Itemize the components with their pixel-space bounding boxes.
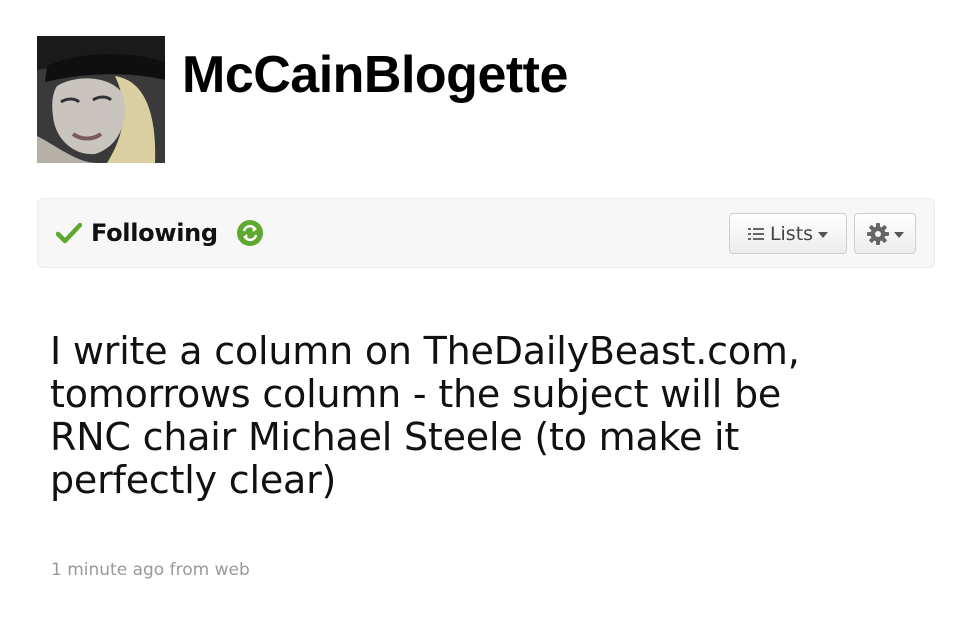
tweet-timestamp[interactable]: 1 minute ago [51, 560, 164, 580]
chevron-down-icon [818, 231, 829, 238]
profile-username: McCainBlogette [182, 46, 568, 104]
tweet-text: I write a column on TheDailyBeast.com, t… [50, 329, 800, 502]
follow-status[interactable]: Following [56, 217, 264, 249]
following-label: Following [91, 219, 218, 247]
profile-action-bar: Following Lists [37, 198, 935, 268]
avatar[interactable] [37, 36, 165, 163]
check-icon [56, 222, 82, 244]
retweet-icon[interactable] [236, 219, 264, 247]
lists-button[interactable]: Lists [729, 213, 847, 254]
tweet-source[interactable]: web [215, 560, 250, 580]
settings-menu-button[interactable] [854, 213, 916, 254]
tweet-meta-from: from [169, 560, 210, 580]
list-icon [747, 227, 764, 240]
avatar-photo [37, 36, 165, 163]
chevron-down-icon [893, 231, 904, 238]
gear-icon [866, 222, 889, 245]
tweet-meta: 1 minute ago from web [51, 560, 250, 580]
lists-button-label: Lists [769, 222, 814, 245]
